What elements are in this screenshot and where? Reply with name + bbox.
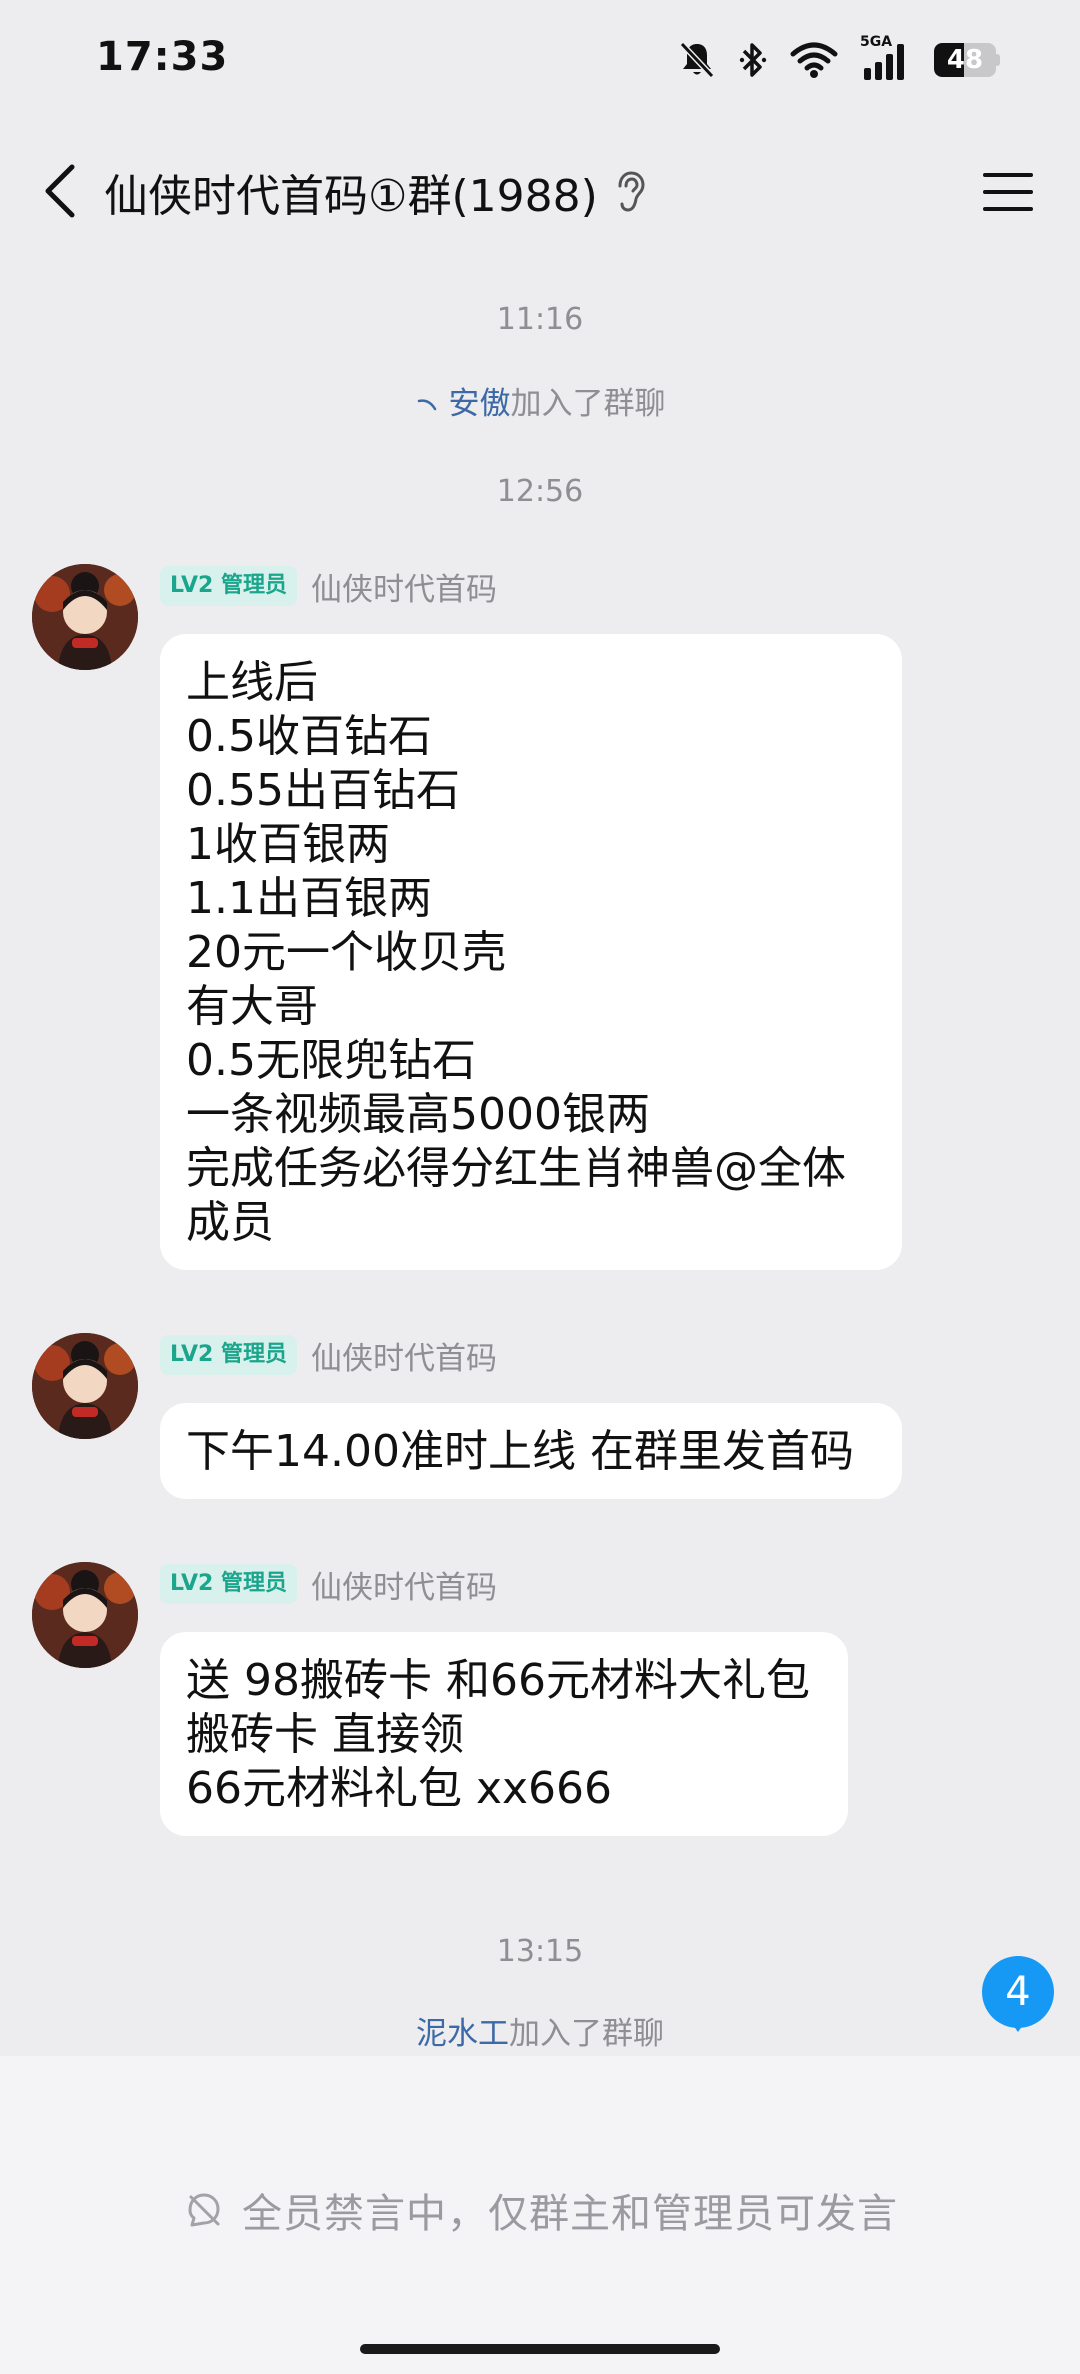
muted-notice: 全员禁言中，仅群主和管理员可发言 <box>0 2180 1080 2240</box>
message-line: 1.1出百银两 <box>186 873 432 924</box>
muted-notice-text: 全员禁言中，仅群主和管理员可发言 <box>242 2191 898 2237</box>
avatar[interactable] <box>32 1333 138 1439</box>
message-line: 1收百银两 <box>186 819 390 870</box>
status-icons: 5GA 48 <box>678 34 1000 82</box>
ear-icon[interactable] <box>612 170 648 214</box>
message-line: 搬砖卡 直接领 <box>186 1709 464 1760</box>
sender-name[interactable]: 仙侠时代首码 <box>311 1562 497 1607</box>
system-message-join: 泥水工加入了群聊 <box>0 2008 1080 2053</box>
message-line: 20元一个收贝壳 <box>186 927 506 978</box>
chat-header: 仙侠时代首码①群(1988) <box>0 130 1080 250</box>
member-name-link[interactable]: 泥水工 <box>416 2016 509 2052</box>
menu-icon <box>983 173 1033 211</box>
admin-badge: LV2 管理员 <box>160 1335 297 1375</box>
chevron-left-icon <box>45 164 75 218</box>
message-line: 有大哥 <box>186 981 318 1032</box>
status-time: 17:33 <box>96 34 229 80</box>
message-line: 上线后 <box>186 657 318 708</box>
sender-name[interactable]: 仙侠时代首码 <box>311 564 497 609</box>
sender-line: LV2 管理员 仙侠时代首码 <box>160 564 497 609</box>
message-line: 0.55出百钻石 <box>186 765 460 816</box>
message-line: 成员 <box>186 1197 274 1248</box>
battery-level: 48 <box>946 45 984 75</box>
cellular-signal-icon: 5GA <box>860 34 912 82</box>
system-message-text: 加入了群聊 <box>510 386 666 422</box>
no-speak-icon <box>188 2193 220 2227</box>
message-bubble[interactable]: 下午14.00准时上线 在群里发首码 <box>160 1403 902 1499</box>
message-line: 送 98搬砖卡 和66元材料大礼包 <box>186 1655 810 1706</box>
message-line: 0.5收百钻石 <box>186 711 432 762</box>
member-name-link[interactable]: 安傲 <box>449 386 511 422</box>
mute-bell-icon <box>679 41 715 79</box>
message-line: 下午14.00准时上线 在群里发首码 <box>186 1426 854 1477</box>
bluetooth-icon <box>739 43 767 77</box>
message-line: 66元材料礼包 xx666 <box>186 1763 613 1814</box>
battery-icon: 48 <box>934 43 1000 77</box>
sender-line: LV2 管理员 仙侠时代首码 <box>160 1562 497 1607</box>
avatar[interactable] <box>32 1562 138 1668</box>
unread-badge-tail <box>1008 2018 1028 2032</box>
message-line: 一条视频最高5000银两 <box>186 1089 650 1140</box>
system-message-join: 安傲加入了群聊 <box>0 378 1080 423</box>
message-bubble[interactable]: 送 98搬砖卡 和66元材料大礼包 搬砖卡 直接领 66元材料礼包 xx666 <box>160 1632 848 1836</box>
timestamp: 13:15 <box>496 1934 584 1969</box>
message-line: 0.5无限兜钻石 <box>186 1035 476 1086</box>
system-message-text: 加入了群聊 <box>509 2016 664 2052</box>
wifi-icon <box>790 42 838 78</box>
message-bubble[interactable]: 上线后 0.5收百钻石 0.55出百钻石 1收百银两 1.1出百银两 20元一个… <box>160 634 902 1270</box>
loading-spinner-icon <box>417 398 436 410</box>
admin-badge: LV2 管理员 <box>160 1564 297 1604</box>
sender-name[interactable]: 仙侠时代首码 <box>311 1333 497 1378</box>
home-indicator[interactable] <box>360 2344 720 2354</box>
message-line: 完成任务必得分红生肖神兽@全体 <box>186 1143 846 1194</box>
chat-title[interactable]: 仙侠时代首码①群(1988) <box>104 160 598 224</box>
input-area-muted: 全员禁言中，仅群主和管理员可发言 <box>0 2056 1080 2374</box>
timestamp: 12:56 <box>496 474 584 509</box>
admin-badge: LV2 管理员 <box>160 566 297 606</box>
menu-button[interactable] <box>980 164 1036 220</box>
back-button[interactable] <box>30 156 90 226</box>
status-bar: 17:33 5GA 48 <box>0 0 1080 120</box>
timestamp: 11:16 <box>496 302 584 337</box>
sender-line: LV2 管理员 仙侠时代首码 <box>160 1333 497 1378</box>
avatar[interactable] <box>32 564 138 670</box>
